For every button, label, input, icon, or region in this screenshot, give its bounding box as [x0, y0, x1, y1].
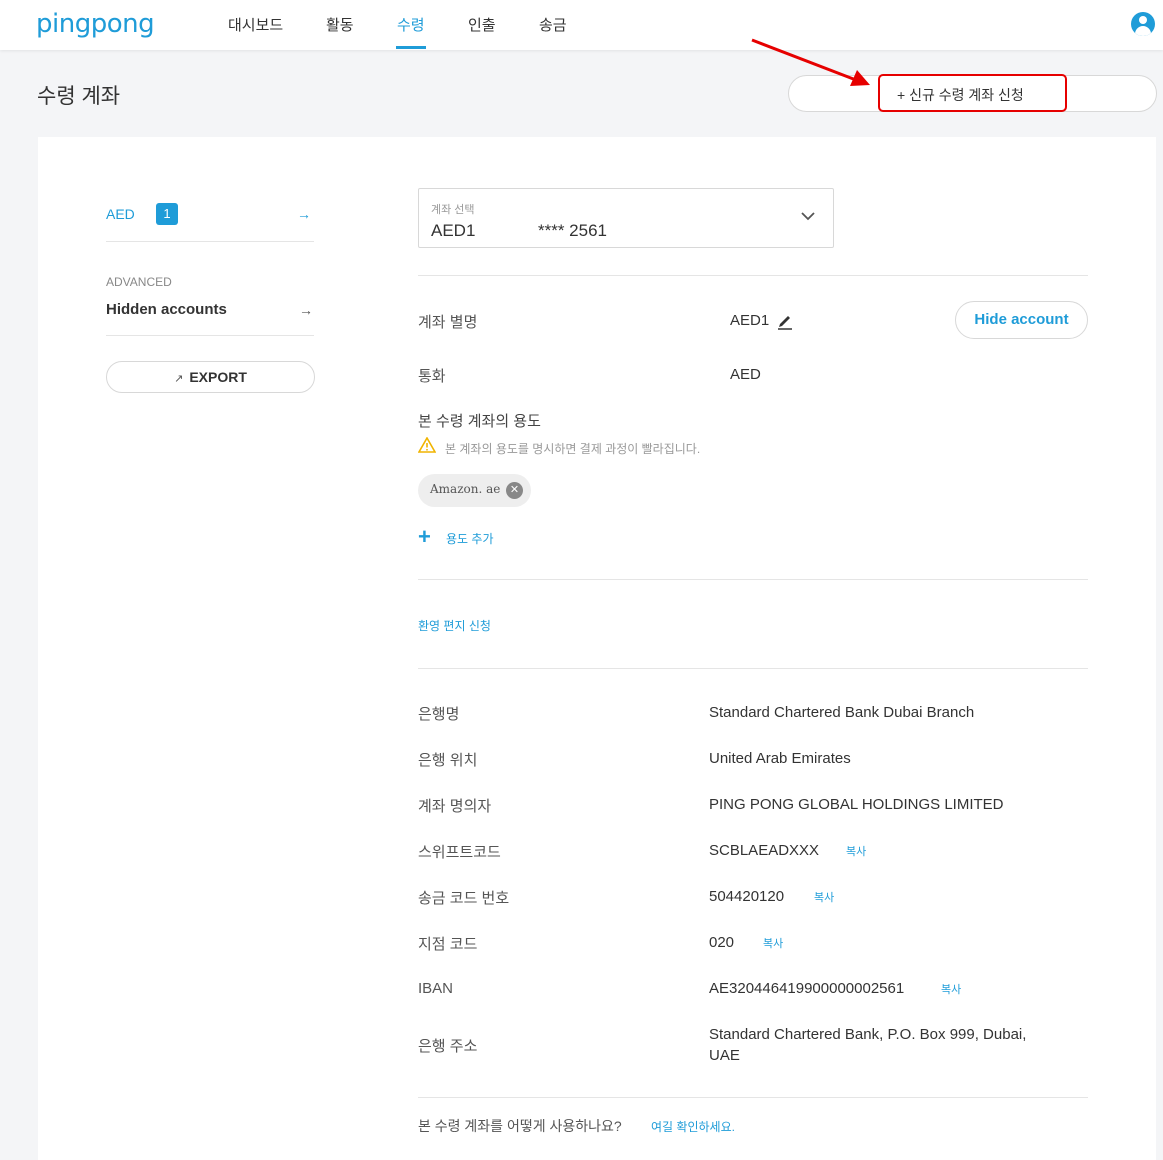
page-title: 수령 계좌 [37, 85, 121, 108]
nav-transfer[interactable]: 송금 [539, 14, 567, 35]
iban-value: AE320446419900000002561 [709, 980, 905, 997]
usage-help-question: 본 수령 계좌를 어떻게 사용하나요? [418, 1118, 622, 1134]
alias-label: 계좌 별명 [418, 314, 478, 331]
bank-location-value: United Arab Emirates [709, 750, 851, 767]
bank-address-line1: Standard Chartered Bank, P.O. Box 999, D… [709, 1026, 1027, 1043]
annotation-highlight-box [878, 74, 1067, 112]
copy-iban-button[interactable]: 복사 [941, 981, 961, 997]
nav-receive[interactable]: 수령 [397, 14, 425, 35]
export-label: EXPORT [189, 369, 247, 385]
currency-value: AED [730, 366, 761, 383]
account-details-card [38, 137, 1156, 1160]
arrow-right-icon[interactable]: → [297, 206, 311, 222]
account-select-dropdown[interactable] [418, 188, 834, 248]
divider [418, 1097, 1088, 1098]
bank-location-label: 은행 위치 [418, 752, 478, 769]
add-usage-link[interactable]: 용도 추가 [446, 530, 494, 547]
routing-code-label: 송금 코드 번호 [418, 890, 510, 907]
bank-address-line2: UAE [709, 1047, 740, 1064]
close-circle-icon[interactable]: ✕ [506, 482, 523, 499]
nav-dashboard[interactable]: 대시보드 [228, 14, 283, 35]
currency-label: 통화 [418, 368, 446, 385]
top-navigation-bar: pingpong 대시보드 활동 수령 인출 송금 [0, 0, 1163, 50]
divider [418, 579, 1088, 580]
nav-activity[interactable]: 활동 [326, 14, 354, 35]
divider [418, 275, 1088, 276]
pingpong-logo[interactable]: pingpong [36, 9, 155, 39]
currency-count-badge: 1 [156, 203, 178, 225]
active-tab-indicator [396, 46, 426, 49]
currency-aed-item[interactable]: AED [106, 206, 135, 222]
advanced-section-label: ADVANCED [106, 275, 172, 289]
usage-tag-label: Amazon. ae [430, 482, 501, 496]
routing-code-value: 504420120 [709, 888, 785, 905]
alias-value: AED1 [730, 312, 770, 329]
nav-withdraw[interactable]: 인출 [468, 14, 496, 35]
copy-branch-button[interactable]: 복사 [763, 935, 783, 951]
sidebar-divider [106, 335, 314, 336]
hidden-accounts-link[interactable]: Hidden accounts [106, 301, 227, 318]
account-select-caption: 계좌 선택 [431, 204, 475, 216]
copy-swift-button[interactable]: 복사 [846, 843, 866, 859]
warning-icon [418, 437, 436, 453]
hide-account-button[interactable]: Hide account [955, 301, 1088, 339]
account-holder-value: PING PONG GLOBAL HOLDINGS LIMITED [709, 796, 1004, 813]
arrow-right-icon[interactable]: → [299, 302, 313, 318]
bank-address-label: 은행 주소 [418, 1038, 478, 1055]
iban-label: IBAN [418, 980, 454, 997]
user-avatar-icon[interactable] [1131, 12, 1155, 36]
account-select-number: **** 2561 [538, 221, 608, 240]
bank-name-value: Standard Chartered Bank Dubai Branch [709, 704, 975, 721]
branch-code-value: 020 [709, 934, 735, 951]
plus-icon[interactable]: + [418, 526, 431, 548]
sidebar-divider [106, 241, 314, 242]
copy-routing-button[interactable]: 복사 [814, 889, 834, 905]
branch-code-label: 지점 코드 [418, 936, 478, 953]
account-select-name: AED1 [431, 221, 476, 240]
swift-code-label: 스위프트코드 [418, 844, 501, 861]
usage-warning-text: 본 계좌의 용도를 명시하면 결제 과정이 빨라집니다. [445, 442, 701, 456]
chevron-down-icon[interactable] [800, 210, 816, 222]
external-link-icon: ↗ [174, 373, 184, 385]
pencil-icon[interactable] [776, 312, 794, 330]
divider [418, 668, 1088, 669]
account-holder-label: 계좌 명의자 [418, 798, 492, 815]
usage-help-link[interactable]: 여길 확인하세요. [651, 1118, 735, 1135]
swift-code-value: SCBLAEADXXX [709, 842, 820, 859]
export-button[interactable]: ↗ EXPORT [106, 361, 315, 393]
welcome-letter-link[interactable]: 환영 편지 신청 [418, 617, 491, 634]
bank-name-label: 은행명 [418, 706, 460, 723]
usage-title: 본 수령 계좌의 용도 [418, 413, 541, 430]
annotation-arrow [751, 38, 870, 86]
